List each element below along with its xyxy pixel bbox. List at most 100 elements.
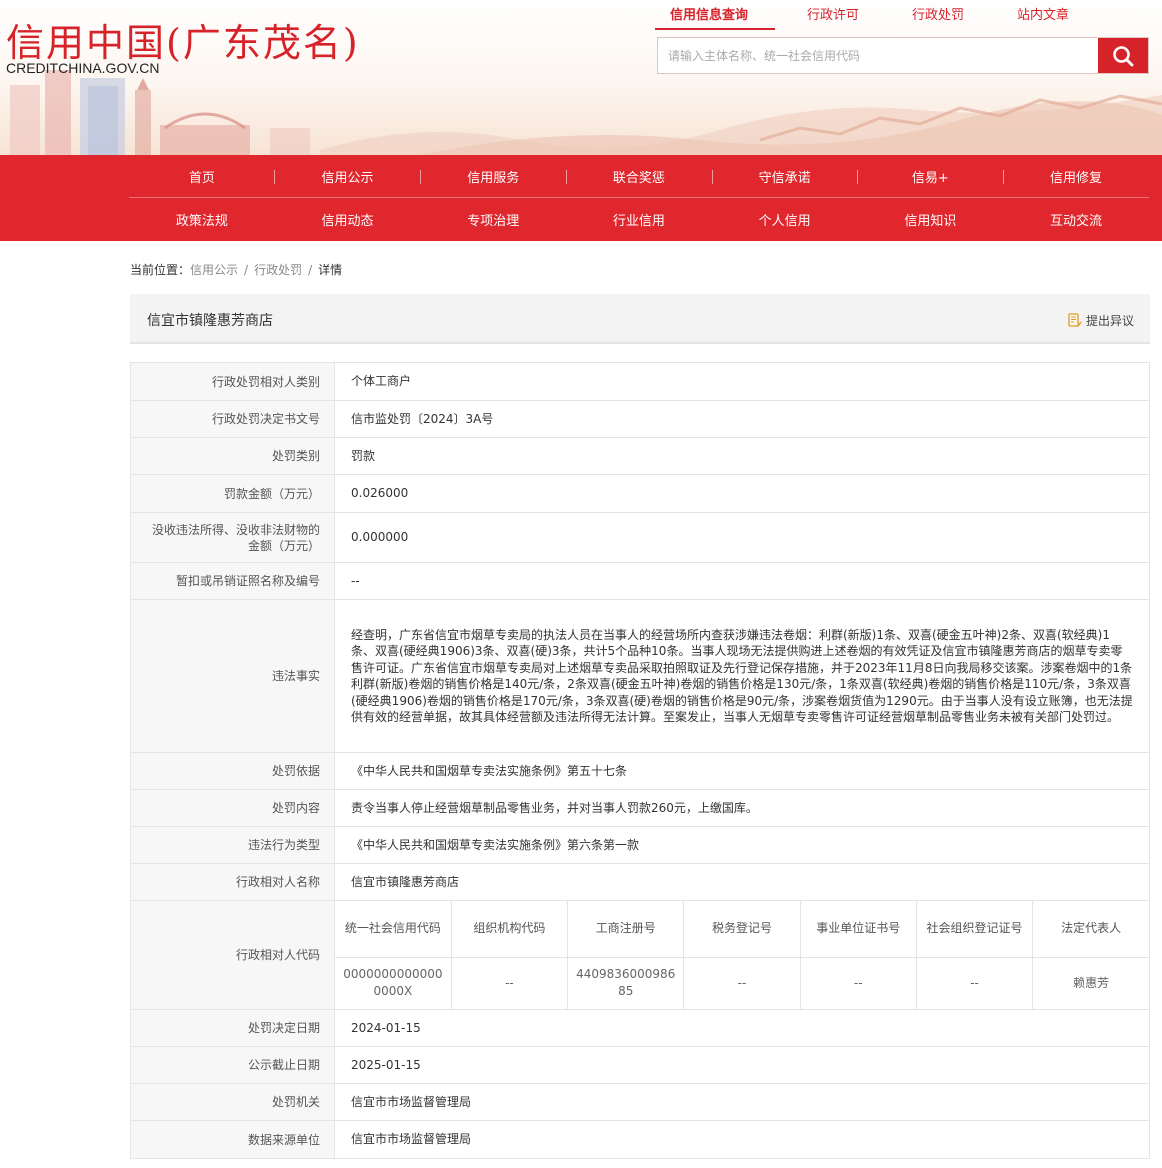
detail-label: 处罚机关 [130,1083,335,1121]
detail-value: 信宜市市场监督管理局 [334,1083,1150,1121]
detail-row: 暂扣或吊销证照名称及编号 -- [130,562,1150,600]
codes-value: 440983600098685 [567,956,685,1009]
top-nav-credit-query[interactable]: 信用信息查询 [670,4,748,23]
detail-value: 信宜市镇隆惠芳商店 [334,863,1150,901]
top-nav-admin-license[interactable]: 行政许可 [807,4,859,23]
detail-label: 违法事实 [130,599,335,753]
breadcrumb-separator: / [244,263,249,277]
detail-label: 数据来源单位 [130,1120,335,1159]
detail-label: 行政处罚相对人类别 [130,362,335,401]
codes-header: 事业单位证书号 [799,901,917,958]
codes-value: -- [683,956,801,1009]
breadcrumb: 当前位置：信用公示 / 行政处罚 / 详情 [130,261,342,278]
top-navigation: 信用信息查询 行政许可 行政处罚 站内文章 [655,4,1135,30]
detail-row: 没收违法所得、没收非法财物的金额（万元） 0.000000 [130,512,1150,563]
detail-value: -- [334,562,1150,600]
detail-label: 处罚内容 [130,789,335,827]
detail-value: 2024-01-15 [334,1009,1150,1047]
codes-value: -- [450,956,569,1009]
codes-header: 法定代表人 [1032,901,1149,958]
codes-header-row: 统一社会信用代码 组织机构代码 工商注册号 税务登记号 事业单位证书号 社会组织… [335,901,1149,958]
detail-value: 责令当事人停止经营烟草制品零售业务，并对当事人罚款260元，上缴国库。 [334,789,1150,827]
detail-row: 处罚决定日期 2024-01-15 [130,1009,1150,1047]
codes-header: 统一社会信用代码 [335,901,452,958]
entity-name: 信宜市镇隆惠芳商店 [147,313,273,329]
codes-header: 组织机构代码 [450,901,569,958]
detail-row: 行政相对人名称 信宜市镇隆惠芳商店 [130,863,1150,901]
nav-personal-credit[interactable]: 个人信用 [712,198,858,241]
breadcrumb-credit-publicity[interactable]: 信用公示 [190,263,238,277]
nav-special-governance[interactable]: 专项治理 [420,198,566,241]
codes-header: 工商注册号 [567,901,685,958]
codes-value-row: 00000000000000000X -- 440983600098685 --… [335,956,1149,1009]
nav-credit-service[interactable]: 信用服务 [420,155,566,198]
search-input[interactable] [658,38,1099,73]
detail-row-codes: 行政相对人代码 统一社会信用代码 组织机构代码 工商注册号 税务登记号 事业单位… [130,900,1150,1010]
detail-value: 0.026000 [334,474,1150,513]
entity-title-bar: 信宜市镇隆惠芳商店 提出异议 [130,294,1150,344]
detail-row: 数据来源单位 信宜市市场监督管理局 [130,1120,1150,1159]
codes-header: 社会组织登记证号 [915,901,1034,958]
entity-codes-table: 统一社会信用代码 组织机构代码 工商注册号 税务登记号 事业单位证书号 社会组织… [335,901,1149,1009]
site-logo-title[interactable]: 信用中国(广东茂名) [6,12,360,67]
raise-objection-label: 提出异议 [1085,314,1134,328]
codes-cell: 统一社会信用代码 组织机构代码 工商注册号 税务登记号 事业单位证书号 社会组织… [334,900,1150,1010]
detail-row: 违法事实 经查明，广东省信宜市烟草专卖局的执法人员在当事人的经营场所内查获涉嫌违… [130,599,1150,753]
main-navigation: 首页 信用公示 信用服务 联合奖惩 守信承诺 信易+ 信用修复 政策法规 信用动… [0,155,1162,241]
detail-label: 行政相对人代码 [130,900,335,1010]
nav-credit-knowledge[interactable]: 信用知识 [858,198,1004,241]
codes-header: 税务登记号 [683,901,801,958]
nav-interaction[interactable]: 互动交流 [1003,198,1149,241]
breadcrumb-current: 详情 [318,263,343,277]
breadcrumb-admin-penalty[interactable]: 行政处罚 [254,263,302,277]
top-nav-admin-penalty[interactable]: 行政处罚 [912,4,964,23]
detail-label: 违法行为类型 [130,826,335,864]
main-nav-row-2: 政策法规 信用动态 专项治理 行业信用 个人信用 信用知识 互动交流 [129,198,1149,241]
codes-value: -- [799,956,917,1009]
detail-value: 信宜市市场监督管理局 [334,1120,1150,1159]
nav-policies[interactable]: 政策法规 [129,198,275,241]
search-box [657,37,1149,74]
detail-value: 罚款 [334,437,1150,475]
nav-credit-publicity[interactable]: 信用公示 [275,155,421,198]
nav-credit-repair[interactable]: 信用修复 [1003,155,1149,198]
detail-row: 处罚机关 信宜市市场监督管理局 [130,1083,1150,1121]
detail-value: 信市监处罚〔2024〕3A号 [334,400,1150,438]
site-header: 信用中国(广东茂名) CREDITCHINA.GOV.CN 信用信息查询 行政许… [0,0,1162,155]
raise-objection-button[interactable]: 提出异议 [1068,312,1134,329]
detail-label: 处罚依据 [130,752,335,790]
search-icon [1113,45,1134,66]
breadcrumb-separator: / [308,263,313,277]
detail-value: 2025-01-15 [334,1046,1150,1084]
breadcrumb-prefix: 当前位置： [130,263,191,277]
document-edit-icon [1068,313,1082,327]
detail-label: 罚款金额（万元） [130,474,335,513]
search-button[interactable] [1098,38,1148,73]
detail-label: 公示截止日期 [130,1046,335,1084]
main-nav-row-1: 首页 信用公示 信用服务 联合奖惩 守信承诺 信易+ 信用修复 [129,155,1149,198]
detail-row: 公示截止日期 2025-01-15 [130,1046,1150,1084]
detail-label: 处罚类别 [130,437,335,475]
penalty-detail-table: 行政处罚相对人类别 个体工商户 行政处罚决定书文号 信市监处罚〔2024〕3A号… [130,362,1150,1159]
nav-credit-news[interactable]: 信用动态 [275,198,421,241]
nav-home[interactable]: 首页 [129,155,275,198]
detail-row: 罚款金额（万元） 0.026000 [130,474,1150,513]
detail-value: 经查明，广东省信宜市烟草专卖局的执法人员在当事人的经营场所内查获涉嫌违法卷烟：利… [334,599,1150,753]
nav-trust-commitment[interactable]: 守信承诺 [712,155,858,198]
top-nav-site-articles[interactable]: 站内文章 [1017,4,1069,23]
nav-industry-credit[interactable]: 行业信用 [566,198,712,241]
nav-xinyi-plus[interactable]: 信易+ [858,155,1004,198]
top-nav-active-indicator [655,28,775,30]
nav-joint-reward-punish[interactable]: 联合奖惩 [566,155,712,198]
detail-value: 0.000000 [334,512,1150,563]
detail-row: 处罚依据 《中华人民共和国烟草专卖法实施条例》第五十七条 [130,752,1150,790]
detail-label: 行政处罚决定书文号 [130,400,335,438]
site-logo-url: CREDITCHINA.GOV.CN [6,60,160,76]
detail-label: 没收违法所得、没收非法财物的金额（万元） [130,512,335,563]
detail-value: 《中华人民共和国烟草专卖法实施条例》第六条第一款 [334,826,1150,864]
detail-value: 个体工商户 [334,362,1150,401]
detail-row: 行政处罚决定书文号 信市监处罚〔2024〕3A号 [130,400,1150,438]
codes-value: 赖惠芳 [1032,956,1149,1009]
detail-label: 暂扣或吊销证照名称及编号 [130,562,335,600]
detail-row: 处罚内容 责令当事人停止经营烟草制品零售业务，并对当事人罚款260元，上缴国库。 [130,789,1150,827]
